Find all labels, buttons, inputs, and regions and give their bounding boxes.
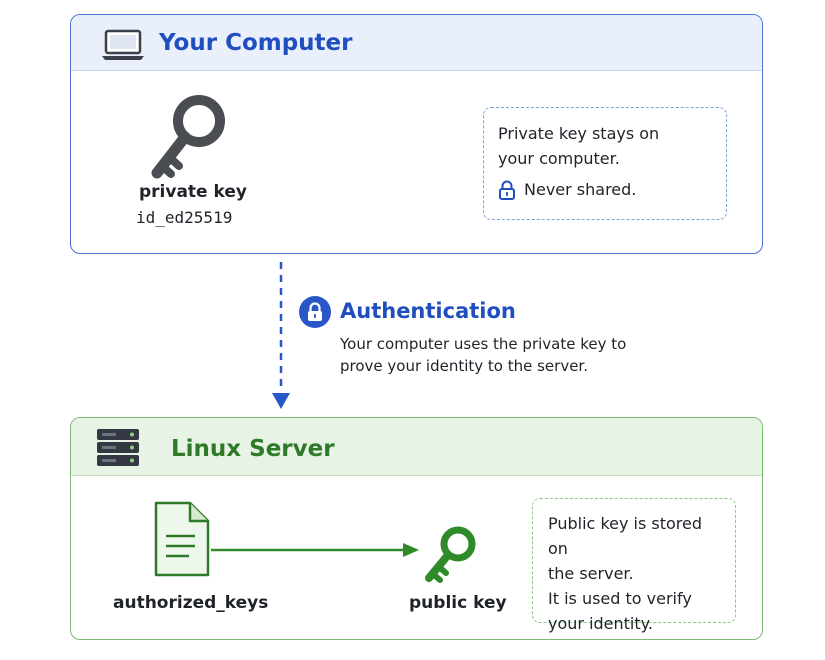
never-shared-row: Never shared. bbox=[498, 177, 712, 202]
lock-icon bbox=[499, 180, 515, 200]
server-note-line-1: Public key is stored on bbox=[548, 514, 703, 558]
private-key-label: private key bbox=[139, 182, 247, 202]
server-note-line-4: your identity. bbox=[548, 614, 653, 633]
public-key-icon bbox=[425, 526, 476, 583]
server-panel: Linux Server authorized_keys public key … bbox=[70, 417, 763, 640]
private-key-filename: id_ed25519 bbox=[136, 208, 233, 227]
computer-panel: Your Computer private key id_ed25519 Pri… bbox=[70, 14, 763, 254]
server-icon bbox=[97, 429, 139, 466]
authentication-description-line-2: prove your identity to the server. bbox=[340, 357, 588, 375]
computer-panel-title: Your Computer bbox=[159, 30, 353, 56]
computer-note-line-2: your computer. bbox=[498, 149, 620, 168]
authorized-keys-file-icon bbox=[154, 501, 210, 577]
server-note-line-2: the server. bbox=[548, 564, 634, 583]
authorized-keys-label: authorized_keys bbox=[113, 593, 269, 613]
file-to-key-arrow bbox=[211, 543, 419, 557]
server-note: Public key is stored on the server. It i… bbox=[532, 498, 736, 633]
computer-note-line-3: Never shared. bbox=[524, 180, 637, 199]
server-panel-title: Linux Server bbox=[171, 436, 335, 462]
computer-panel-header: Your Computer bbox=[71, 15, 762, 71]
laptop-icon bbox=[102, 29, 144, 60]
server-panel-header: Linux Server bbox=[71, 418, 762, 476]
private-key-icon bbox=[151, 95, 225, 179]
computer-note: Private key stays on your computer. Neve… bbox=[483, 107, 727, 220]
authentication-lock-icon bbox=[299, 296, 331, 328]
computer-note-line-1: Private key stays on bbox=[498, 124, 660, 143]
authentication-description: Your computer uses the private key to pr… bbox=[340, 333, 626, 377]
public-key-label: public key bbox=[409, 593, 507, 613]
authentication-title: Authentication bbox=[340, 299, 516, 323]
authentication-description-line-1: Your computer uses the private key to bbox=[340, 335, 627, 353]
server-note-line-3: It is used to verify bbox=[548, 589, 692, 608]
authentication-flow-arrow bbox=[272, 262, 290, 409]
